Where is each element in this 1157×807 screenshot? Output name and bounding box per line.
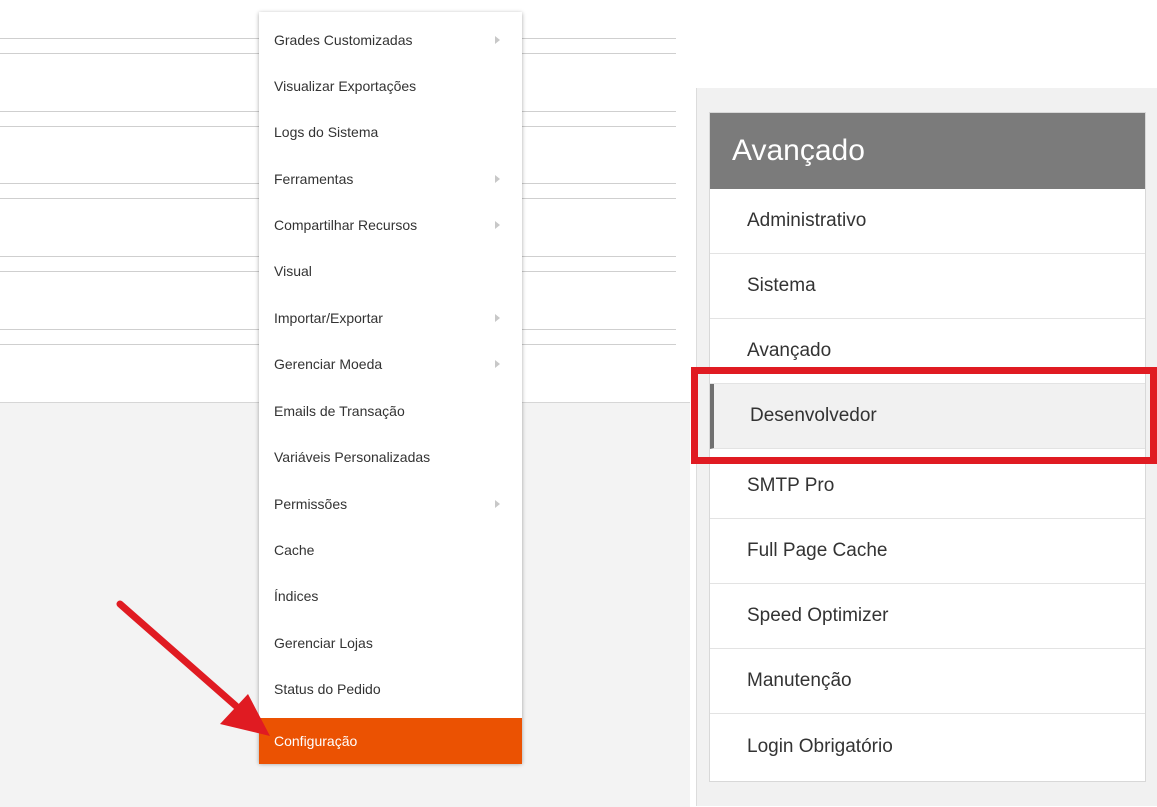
menu-item-label: Cache (274, 542, 315, 558)
menu-item-label: Grades Customizadas (274, 32, 413, 48)
menu-item-label: Compartilhar Recursos (274, 217, 418, 233)
menu-item-label: Emails de Transação (274, 403, 405, 419)
submenu-arrow-icon (495, 36, 500, 44)
submenu-arrow-icon (495, 314, 500, 322)
config-tab-label: Administrativo (747, 210, 867, 231)
menu-item-label: Ferramentas (274, 171, 354, 187)
config-tab-manutencao[interactable]: Manutenção (710, 649, 1145, 714)
menu-item-gerenciar-lojas[interactable]: Gerenciar Lojas (259, 620, 522, 666)
config-tab-label: Login Obrigatório (747, 735, 893, 757)
config-tab-label: Manutenção (747, 670, 852, 691)
submenu-arrow-icon (495, 175, 500, 183)
config-tab-label: Full Page Cache (747, 540, 888, 561)
menu-item-label: Variáveis Personalizadas (274, 449, 431, 465)
menu-item-indices[interactable]: Índices (259, 573, 522, 619)
config-tab-label: Speed Optimizer (747, 605, 889, 626)
menu-item-logs-do-sistema[interactable]: Logs do Sistema (259, 109, 522, 155)
menu-item-visualizar-exportacoes[interactable]: Visualizar Exportações (259, 63, 522, 109)
menu-item-label: Índices (274, 588, 319, 604)
menu-item-grades-customizadas[interactable]: Grades Customizadas (259, 17, 522, 63)
menu-item-configuracao[interactable]: Configuração (259, 718, 522, 764)
annotation-highlight-box (691, 367, 1157, 464)
config-tab-speed-optimizer[interactable]: Speed Optimizer (710, 584, 1145, 649)
system-dropdown-menu: Grades Customizadas Visualizar Exportaçõ… (259, 12, 522, 764)
config-tab-full-page-cache[interactable]: Full Page Cache (710, 519, 1145, 584)
config-tab-label: SMTP Pro (747, 475, 835, 496)
menu-item-label: Importar/Exportar (274, 310, 383, 326)
config-tab-sistema[interactable]: Sistema (710, 254, 1145, 319)
config-tab-administrativo[interactable]: Administrativo (710, 189, 1145, 254)
config-tab-label: Avançado (747, 340, 832, 361)
config-tab-label: Sistema (747, 275, 816, 296)
menu-item-label: Logs do Sistema (274, 124, 379, 140)
config-tab-login-obrigatorio[interactable]: Login Obrigatório (710, 714, 1145, 779)
menu-item-label: Gerenciar Lojas (274, 635, 373, 651)
menu-item-emails-de-transacao[interactable]: Emails de Transação (259, 388, 522, 434)
menu-item-cache[interactable]: Cache (259, 527, 522, 573)
menu-item-label: Visualizar Exportações (274, 78, 417, 94)
menu-item-compartilhar-recursos[interactable]: Compartilhar Recursos (259, 202, 522, 248)
menu-item-label: Configuração (274, 733, 358, 749)
menu-item-ferramentas[interactable]: Ferramentas (259, 156, 522, 202)
menu-item-importar-exportar[interactable]: Importar/Exportar (259, 295, 522, 341)
panel-section-title[interactable]: Avançado (710, 113, 1145, 189)
menu-item-label: Status do Pedido (274, 681, 381, 697)
submenu-arrow-icon (495, 500, 500, 508)
menu-item-label: Permissões (274, 496, 348, 512)
submenu-arrow-icon (495, 360, 500, 368)
menu-item-variaveis-personalizadas[interactable]: Variáveis Personalizadas (259, 434, 522, 480)
menu-item-gerenciar-moeda[interactable]: Gerenciar Moeda (259, 341, 522, 387)
menu-item-permissoes[interactable]: Permissões (259, 481, 522, 527)
menu-item-visual[interactable]: Visual (259, 248, 522, 294)
menu-item-status-do-pedido[interactable]: Status do Pedido (259, 666, 522, 712)
submenu-arrow-icon (495, 221, 500, 229)
menu-item-label: Visual (274, 263, 312, 279)
menu-item-label: Gerenciar Moeda (274, 356, 383, 372)
